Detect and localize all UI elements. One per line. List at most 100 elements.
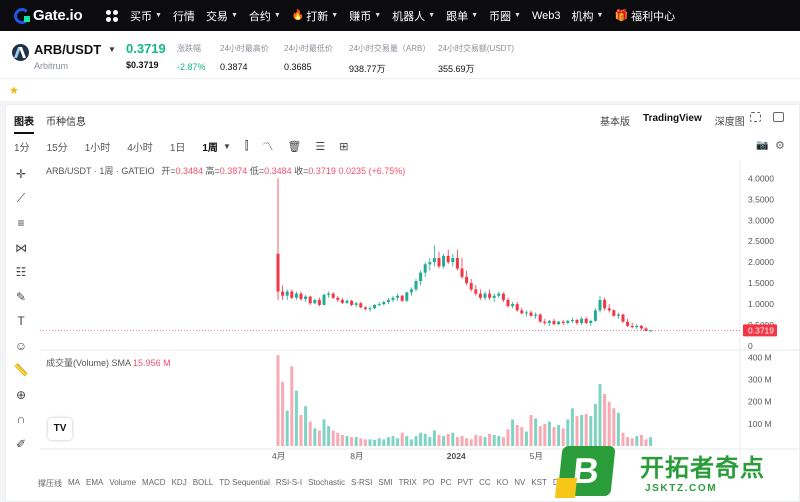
volume-bar	[313, 428, 317, 446]
volume-bar	[368, 439, 372, 446]
candle-body	[327, 293, 331, 295]
indicator-item[interactable]: Stochastic	[308, 478, 345, 489]
volume-bar	[460, 436, 464, 446]
volume-bar	[442, 436, 446, 446]
candle-body	[340, 299, 344, 303]
volume-bar	[538, 426, 542, 446]
volume-bar	[584, 413, 588, 446]
indicator-item[interactable]: EMA	[86, 478, 103, 489]
candle-body	[405, 292, 409, 301]
volume-bar	[377, 438, 381, 446]
indicator-bar: 撑压线 MA EMA Volume MACD KDJ BOLL TD Sequential RS…	[38, 478, 617, 489]
volume-bar	[552, 427, 556, 446]
candle-body	[285, 291, 289, 296]
volume-bar	[299, 415, 303, 446]
volume-bar	[593, 403, 597, 446]
indicator-item[interactable]: KO	[497, 478, 509, 489]
volume-bar	[626, 437, 630, 446]
volume-bar	[520, 427, 524, 446]
indicator-item[interactable]: PVT	[458, 478, 474, 489]
candle-body	[400, 295, 404, 301]
candlestick-chart[interactable]: 4.0000 3.5000 3.0000 2.5000 2.0000 1.5000 1.00…	[0, 0, 800, 502]
candle-body	[368, 308, 372, 310]
candle-body	[294, 293, 298, 298]
indicator-item[interactable]: PO	[423, 478, 435, 489]
candle-body	[639, 325, 643, 329]
candle-body	[423, 264, 427, 273]
indicator-item[interactable]: S-RSI	[351, 478, 372, 489]
price-tick-label: 1.5000	[748, 278, 774, 288]
volume-tick-label: 100 M	[748, 419, 772, 429]
volume-bar	[405, 436, 409, 446]
price-tick-label: 3.0000	[748, 215, 774, 225]
price-tick-label: 3.5000	[748, 194, 774, 204]
volume-bar	[603, 393, 607, 446]
candle-body	[483, 293, 487, 298]
time-tick-label: 2024	[447, 451, 466, 461]
indicator-item[interactable]: SMI	[378, 478, 392, 489]
candle-body	[635, 325, 639, 328]
candle-body	[543, 321, 547, 323]
volume-bar	[386, 437, 390, 446]
candle-body	[414, 281, 418, 290]
indicator-item[interactable]: MA	[68, 478, 80, 489]
volume-bar	[455, 437, 459, 446]
candle-body	[488, 293, 492, 298]
indicator-item[interactable]: Volume	[109, 478, 136, 489]
volume-bar	[501, 437, 505, 446]
candle-body	[506, 299, 510, 307]
candle-body	[308, 296, 312, 304]
indicator-item[interactable]: PC	[440, 478, 451, 489]
candle-body	[557, 321, 561, 325]
volume-bar	[598, 384, 602, 446]
candle-body	[607, 308, 611, 311]
volume-bar	[409, 439, 413, 446]
volume-bar	[497, 436, 501, 446]
volume-bar	[322, 419, 326, 446]
candle-body	[446, 255, 450, 263]
indicator-item[interactable]: CC	[479, 478, 491, 489]
candle-body	[317, 299, 321, 305]
volume-bar	[281, 381, 285, 446]
volume-bar	[350, 437, 354, 446]
time-tick-label: 8月	[350, 451, 363, 461]
indicator-item[interactable]: TRIX	[399, 478, 417, 489]
volume-bar	[616, 412, 620, 446]
indicator-item[interactable]: BOLL	[193, 478, 213, 489]
candle-body	[575, 320, 579, 323]
candle-body	[511, 304, 515, 307]
candle-body	[359, 303, 363, 308]
volume-bar	[446, 433, 450, 446]
candle-body	[584, 318, 588, 323]
volume-bar	[419, 432, 423, 446]
candle-body	[469, 283, 473, 290]
tradingview-logo: TV	[48, 418, 72, 440]
indicator-item[interactable]: TD Sequential	[219, 478, 270, 489]
indicator-item[interactable]: 撑压线	[38, 478, 62, 489]
candle-body	[529, 312, 533, 316]
candle-body	[451, 258, 455, 263]
volume-tick-label: 300 M	[748, 375, 772, 385]
candle-body	[589, 320, 593, 323]
candle-body	[396, 295, 400, 298]
indicator-item[interactable]: RSI-S-I	[276, 478, 302, 489]
volume-legend-value: 15.956 M	[133, 358, 171, 368]
volume-bar	[492, 434, 496, 446]
volume-bar	[465, 438, 469, 446]
candle-body	[331, 293, 335, 298]
volume-bar	[276, 355, 280, 446]
indicator-item[interactable]: KDJ	[172, 478, 187, 489]
volume-bar	[400, 432, 404, 446]
volume-bar	[630, 438, 634, 446]
candle-body	[598, 299, 602, 311]
candle-body	[570, 320, 574, 322]
indicator-item[interactable]: NV	[514, 478, 525, 489]
volume-bar	[483, 437, 487, 446]
indicator-item[interactable]: MACD	[142, 478, 166, 489]
volume-bar	[589, 416, 593, 446]
candle-body	[603, 299, 607, 309]
volume-bar	[304, 406, 308, 446]
candle-body	[626, 321, 630, 326]
indicator-item[interactable]: KST	[531, 478, 547, 489]
candle-body	[612, 310, 616, 316]
